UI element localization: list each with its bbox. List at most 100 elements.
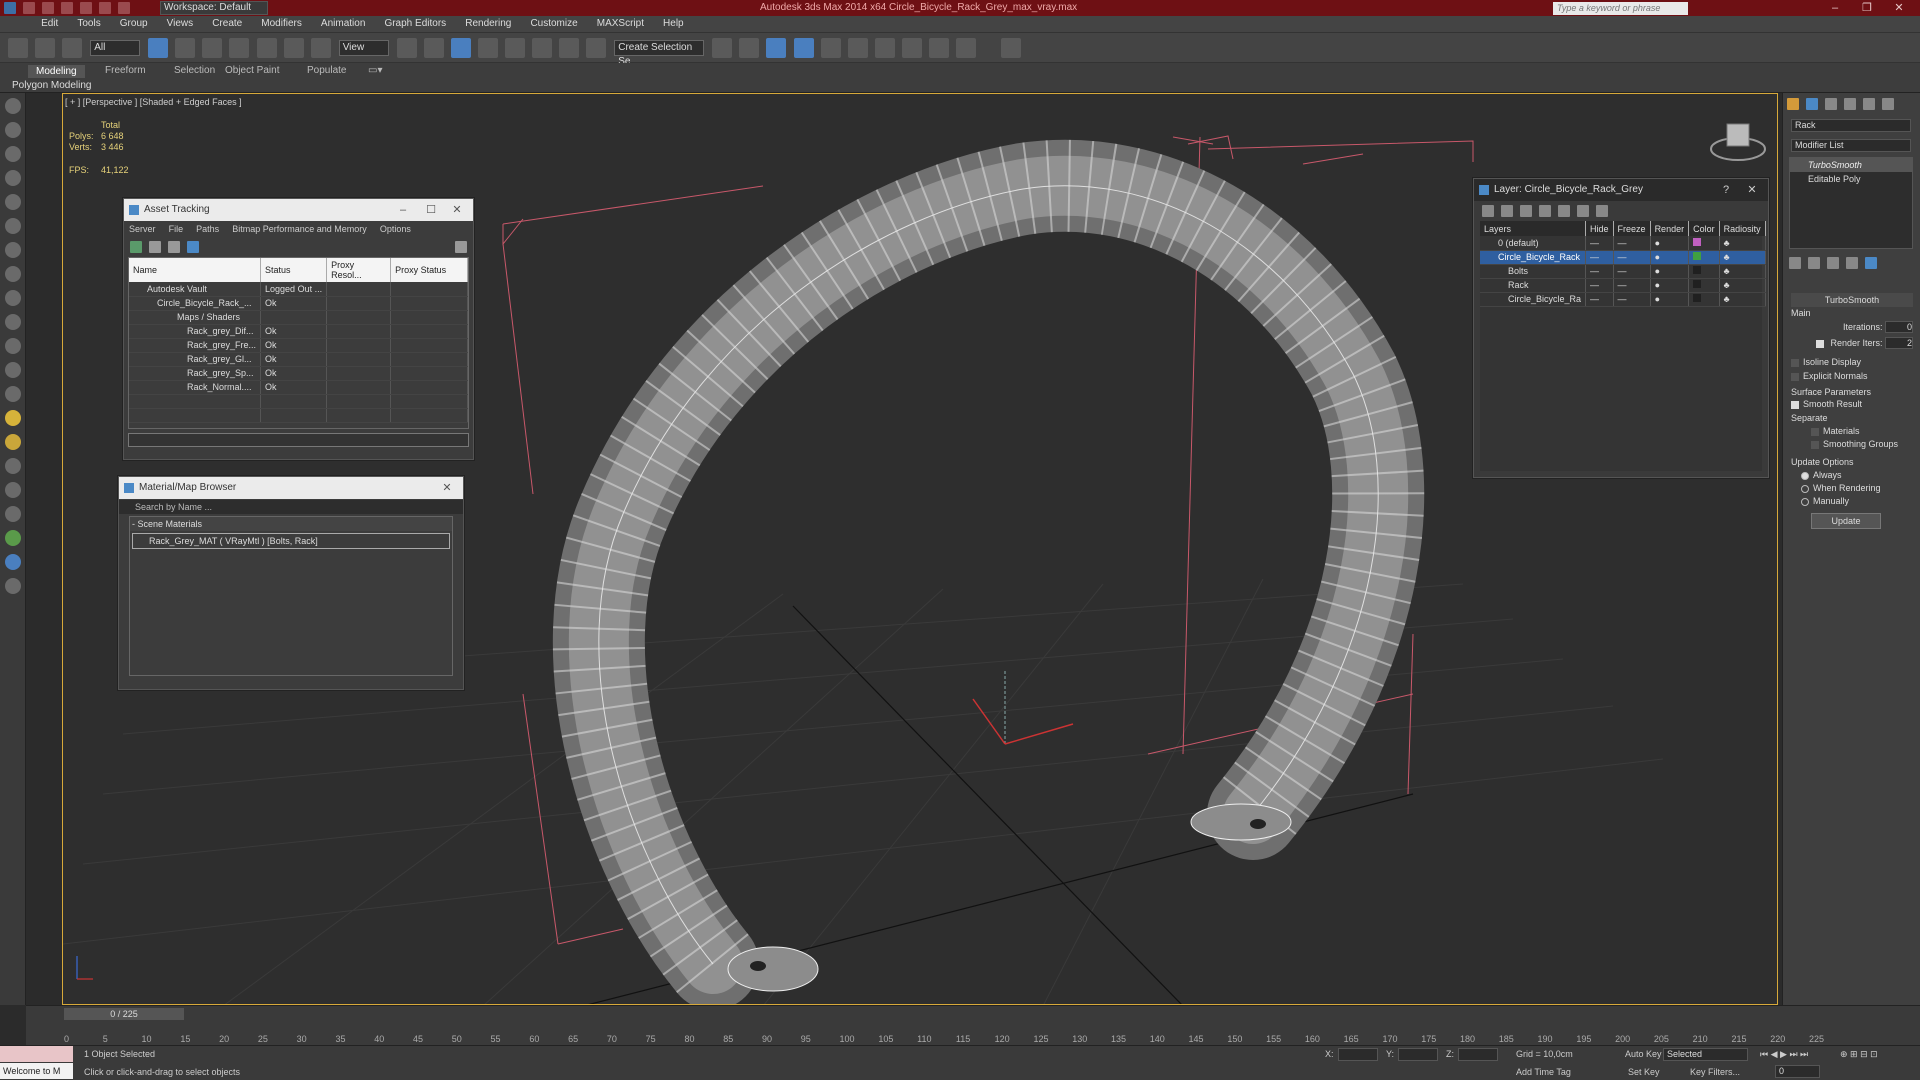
table-row[interactable]: Rack_grey_Gl... Ok [129,352,468,367]
menu-views[interactable]: Views [159,16,202,31]
new-file-icon[interactable] [23,2,36,14]
menu-help[interactable]: Help [655,16,692,31]
app-logo-icon[interactable] [4,2,16,14]
tab-object-paint[interactable]: Object Paint [225,65,279,76]
key-filters-button[interactable]: Key Filters... [1690,1067,1740,1077]
unlink-icon[interactable] [35,38,56,58]
sphere-icon[interactable] [5,434,21,450]
add-layer-icon[interactable] [1520,205,1533,217]
helpers-icon[interactable] [5,338,21,354]
stack-item-editable-poly[interactable]: Editable Poly [1790,172,1912,186]
polygon-modeling-label[interactable]: Polygon Modeling [12,80,92,91]
make-unique-icon[interactable] [1827,257,1840,269]
space-warps-icon[interactable] [5,362,21,378]
named-selection-set-dropdown[interactable]: Create Selection Se [614,40,705,67]
layer-row[interactable]: 0 (default) — — ● ♣ [1480,236,1766,251]
layer-manager-icon[interactable] [766,38,787,58]
transform-gizmo[interactable] [972,669,1074,745]
shapes-icon[interactable] [5,266,21,282]
menu-edit[interactable]: Edit [33,16,66,31]
paint-icon[interactable] [5,506,21,522]
ribbon-options-icon[interactable]: ▭▾ [368,65,382,76]
open-file-icon[interactable] [42,2,55,14]
rendered-frame-window-icon[interactable] [928,38,949,58]
maxscript-listener-mini[interactable] [0,1046,73,1062]
tab-freeform[interactable]: Freeform [105,65,146,76]
render-iters-spinner[interactable]: 2 [1885,337,1913,349]
table-row[interactable]: Rack_grey_Dif... Ok [129,324,468,339]
pivot-center-icon[interactable] [396,38,417,58]
column-color[interactable]: Color [1688,221,1720,236]
display-icon[interactable] [5,194,21,210]
layer-row[interactable]: Bolts — — ● ♣ [1480,264,1766,279]
explicit-normals-checkbox[interactable] [1791,372,1799,381]
smoothing-groups-row[interactable]: Smoothing Groups [1791,439,1913,449]
y-coordinate-field[interactable] [1398,1048,1438,1061]
column-proxy-resolution[interactable]: Proxy Resol... [326,258,392,282]
save-file-icon[interactable] [61,2,74,14]
update-button[interactable]: Update [1811,513,1881,529]
geometry-icon[interactable] [5,242,21,258]
angle-snap-icon[interactable] [505,38,525,58]
minimize-button[interactable]: – [1820,1,1850,15]
remove-modifier-icon[interactable] [1846,257,1859,269]
table-row[interactable]: Rack_Normal.... Ok [129,380,468,395]
refresh-icon[interactable] [130,241,142,253]
x-coordinate-field[interactable] [1338,1048,1378,1061]
auto-key-button[interactable]: Auto Key [1625,1049,1662,1059]
maximize-button[interactable]: ☐ [419,199,443,221]
current-frame-field[interactable]: 0 [1775,1065,1820,1078]
layer-color-swatch[interactable] [1693,237,1702,246]
plant-icon[interactable] [5,530,21,546]
curve-editor-icon[interactable] [820,38,841,58]
object-name-field[interactable]: Rack [1791,119,1911,132]
manually-row[interactable]: Manually [1791,496,1913,506]
tab-populate[interactable]: Populate [307,65,346,76]
select-manipulate-icon[interactable] [423,38,444,58]
list-view-icon[interactable] [149,241,162,253]
materials-checkbox[interactable] [1811,427,1819,436]
close-button[interactable]: ✕ [445,199,469,221]
viewcube[interactable] [1710,123,1766,161]
when-rendering-radio[interactable] [1801,484,1809,493]
menu-options[interactable]: Options [375,221,416,237]
configure-sets-icon[interactable] [1865,257,1878,269]
tab-selection[interactable]: Selection [174,65,215,76]
menu-file[interactable]: File [164,221,189,237]
close-button[interactable]: ✕ [1740,179,1764,201]
bicycle-rack-model[interactable] [552,139,1425,1004]
render-setup-icon[interactable] [901,38,922,58]
menu-bitmap-performance[interactable]: Bitmap Performance and Memory [227,221,372,237]
key-mode-dropdown[interactable]: Selected [1663,1048,1748,1061]
table-view-icon[interactable] [168,241,181,253]
table-row[interactable]: Rack_grey_Sp... Ok [129,366,468,381]
table-row[interactable]: Autodesk Vault Logged Out ... [129,282,468,297]
sun-icon[interactable] [5,410,21,426]
select-by-name-icon[interactable] [175,38,196,58]
snap-toggle-icon[interactable] [477,38,498,58]
maximize-button[interactable]: ❐ [1852,1,1882,15]
freeze-all-icon[interactable] [1596,205,1609,217]
edit-named-selection-icon[interactable] [586,38,607,58]
column-name[interactable]: Name [129,258,262,282]
workspace-dropdown[interactable]: Workspace: Default [160,1,268,15]
layer-color-swatch[interactable] [1693,266,1702,274]
explicit-normals-row[interactable]: Explicit Normals [1791,371,1913,381]
motion-icon[interactable] [5,170,21,186]
delete-layer-icon[interactable] [1501,205,1514,217]
move-icon[interactable] [256,38,277,58]
lights-icon[interactable] [5,290,21,306]
set-key-button[interactable]: Set Key [1628,1067,1660,1077]
menu-animation[interactable]: Animation [313,16,373,31]
smooth-result-checkbox[interactable] [1791,400,1799,409]
asset-path-field[interactable] [128,433,469,447]
hide-all-icon[interactable] [1577,205,1590,217]
spinner-snap-icon[interactable] [559,38,580,58]
modify-icon[interactable] [5,122,21,138]
globe-icon[interactable] [5,554,21,570]
cameras-icon[interactable] [5,314,21,330]
hierarchy-tab-icon[interactable] [1825,98,1838,110]
column-render[interactable]: Render [1650,221,1690,236]
highlight-layer-icon[interactable] [1558,205,1571,217]
maxscript-input[interactable]: Welcome to M [0,1063,73,1079]
